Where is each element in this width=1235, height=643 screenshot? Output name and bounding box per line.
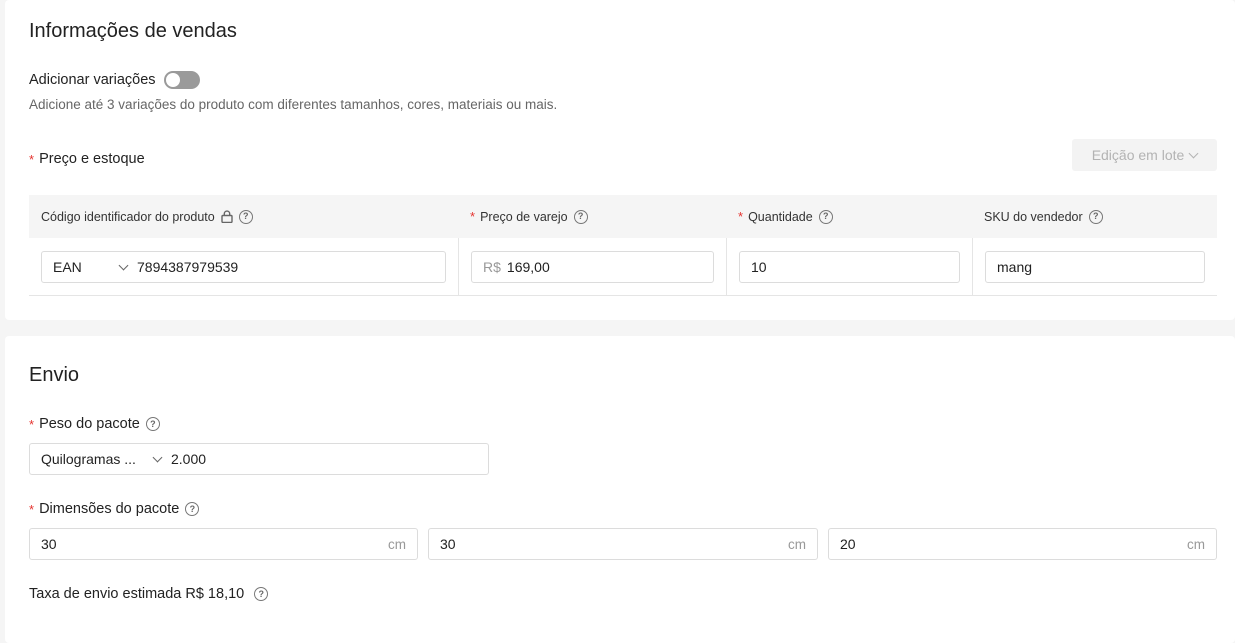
seller-sku-input[interactable]: mang — [985, 251, 1205, 283]
dimensions-label: Dimensões do pacote — [39, 501, 180, 517]
column-divider — [458, 238, 459, 296]
chevron-down-icon — [1188, 148, 1199, 158]
retail-price-value: 169,00 — [506, 259, 550, 275]
price-stock-heading: * Preço e estoque — [29, 151, 145, 167]
dimension-height-input[interactable]: 20 cm — [828, 528, 1217, 560]
required-marker: * — [29, 151, 35, 167]
weight-input[interactable]: 2.000 — [171, 451, 477, 467]
sales-info-card: Informações de vendas Adicionar variaçõe… — [5, 0, 1235, 320]
weight-unit-select[interactable]: Quilogramas ... — [41, 451, 171, 467]
table-row: EAN 7894387979539 R$ 169,00 10 mang — [29, 238, 1217, 296]
help-icon[interactable]: ? — [145, 417, 160, 431]
col-product-id-label: Código identificador do produto — [41, 209, 215, 224]
required-marker: * — [470, 209, 476, 224]
col-seller-sku: SKU do vendedor ? — [984, 195, 1103, 238]
required-marker: * — [738, 209, 744, 224]
col-retail-price-label: Preço de varejo — [480, 209, 568, 224]
col-product-id: Código identificador do produto ? — [41, 195, 253, 238]
quantity-input[interactable]: 10 — [739, 251, 960, 283]
column-divider — [726, 238, 727, 296]
dimension-value: 20 — [840, 536, 856, 552]
dimension-unit: cm — [388, 536, 406, 552]
chevron-down-icon — [152, 452, 163, 462]
toggle-knob — [165, 73, 180, 87]
dimension-unit: cm — [1187, 536, 1205, 552]
help-icon[interactable]: ? — [573, 209, 588, 224]
col-retail-price: * Preço de varejo ? — [470, 195, 588, 238]
product-id-input[interactable]: 7894387979539 — [137, 259, 434, 275]
sales-section-title: Informações de vendas — [29, 20, 237, 42]
weight-input-group: Quilogramas ... 2.000 — [29, 443, 489, 475]
quantity-value: 10 — [751, 259, 767, 275]
dimension-unit: cm — [788, 536, 806, 552]
required-marker: * — [29, 416, 35, 432]
currency-prefix: R$ — [483, 259, 501, 275]
col-quantity: * Quantidade ? — [738, 195, 833, 238]
id-type-value: EAN — [53, 259, 82, 275]
required-marker: * — [29, 501, 35, 517]
help-icon[interactable]: ? — [1088, 209, 1103, 224]
dimensions-heading: * Dimensões do pacote ? — [29, 501, 200, 517]
price-stock-table-header: Código identificador do produto ? * Preç… — [29, 195, 1217, 238]
dimension-length-input[interactable]: 30 cm — [29, 528, 418, 560]
estimated-fee-text: Taxa de envio estimada R$ 18,10 — [29, 586, 245, 602]
variations-help-text: Adicione até 3 variações do produto com … — [29, 97, 558, 112]
batch-edit-label: Edição em lote — [1091, 147, 1185, 163]
product-id-input-group: EAN 7894387979539 — [41, 251, 446, 283]
shipping-section-title: Envio — [29, 364, 80, 386]
help-icon[interactable]: ? — [185, 502, 200, 516]
price-stock-label: Preço e estoque — [39, 151, 145, 167]
id-type-select[interactable]: EAN — [53, 259, 137, 275]
weight-heading: * Peso do pacote ? — [29, 416, 160, 432]
chevron-down-icon — [118, 260, 129, 270]
dimension-value: 30 — [440, 536, 456, 552]
help-icon[interactable]: ? — [238, 209, 253, 224]
variations-row: Adicionar variações — [29, 71, 200, 89]
dimension-value: 30 — [41, 536, 57, 552]
retail-price-input[interactable]: R$ 169,00 — [471, 251, 714, 283]
seller-sku-value: mang — [997, 259, 1033, 275]
dimension-width-input[interactable]: 30 cm — [428, 528, 818, 560]
shipping-card: Envio * Peso do pacote ? Quilogramas ...… — [5, 336, 1235, 643]
column-divider — [972, 238, 973, 296]
batch-edit-button[interactable]: Edição em lote — [1072, 139, 1217, 171]
lock-icon — [221, 210, 233, 223]
col-seller-sku-label: SKU do vendedor — [984, 209, 1083, 224]
variations-toggle[interactable] — [163, 71, 200, 89]
weight-unit-value: Quilogramas ... — [41, 451, 136, 467]
variations-label: Adicionar variações — [29, 72, 156, 88]
col-quantity-label: Quantidade — [748, 209, 813, 224]
help-icon[interactable]: ? — [818, 209, 833, 224]
weight-label: Peso do pacote — [39, 416, 140, 432]
estimated-fee-row: Taxa de envio estimada R$ 18,10 ? — [29, 586, 269, 602]
help-icon[interactable]: ? — [254, 587, 269, 601]
